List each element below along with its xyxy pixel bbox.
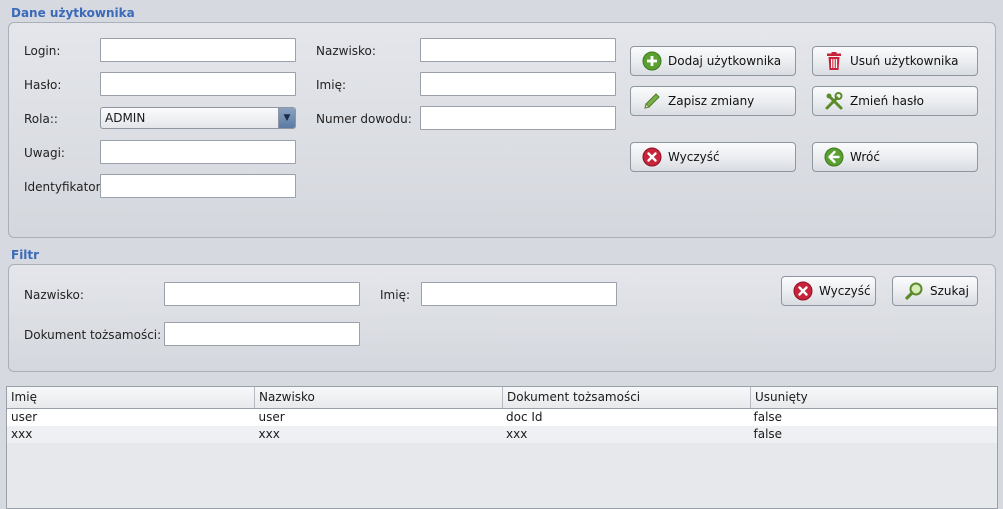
add-user-button[interactable]: Dodaj użytkownika — [630, 46, 796, 76]
filter-clear-label: Wyczyść — [819, 284, 871, 298]
table-row[interactable]: user user doc Id false — [7, 409, 997, 426]
role-label: Rola:: — [24, 112, 58, 126]
trash-icon — [827, 52, 841, 70]
id-number-label: Numer dowodu: — [316, 112, 412, 126]
filter-surname-label: Nazwisko: — [24, 288, 84, 302]
users-table: Imię Nazwisko Dokument tożsamości Usunię… — [6, 386, 998, 509]
magnifier-icon — [905, 282, 923, 300]
surname-label: Nazwisko: — [316, 44, 376, 58]
notes-label: Uwagi: — [24, 146, 65, 160]
notes-field[interactable] — [100, 140, 296, 164]
password-label: Hasło: — [24, 78, 62, 92]
filter-surname-field[interactable] — [164, 282, 360, 306]
filter-clear-button[interactable]: Wyczyść — [781, 276, 876, 306]
login-field[interactable] — [100, 38, 296, 62]
search-label: Szukaj — [930, 284, 969, 298]
password-field[interactable] — [100, 72, 296, 96]
clear-label: Wyczyść — [668, 150, 720, 164]
arrow-left-circle-icon — [824, 147, 844, 167]
table-header: Imię Nazwisko Dokument tożsamości Usunię… — [7, 387, 997, 409]
id-number-field[interactable] — [420, 106, 616, 130]
delete-user-button[interactable]: Usuń użytkownika — [812, 46, 978, 76]
search-button[interactable]: Szukaj — [892, 276, 978, 306]
role-select-value: ADMIN — [105, 111, 146, 125]
table-cell: xxx — [258, 427, 280, 441]
change-password-label: Zmień hasło — [850, 94, 925, 108]
name-label: Imię: — [316, 78, 346, 92]
table-cell: user — [258, 410, 285, 424]
filter-section-title: Filtr — [11, 248, 40, 262]
identifier-label: Identyfikator: — [24, 180, 105, 194]
table-row[interactable]: xxx xxx xxx false — [7, 426, 997, 443]
delete-user-label: Usuń użytkownika — [850, 54, 959, 68]
filter-name-label: Imię: — [380, 288, 410, 302]
column-header-document[interactable]: Dokument tożsamości — [503, 387, 751, 408]
column-header-surname[interactable]: Nazwisko — [255, 387, 503, 408]
table-cell: xxx — [11, 427, 33, 441]
table-cell: false — [753, 410, 783, 424]
filter-document-field[interactable] — [164, 322, 360, 346]
identifier-field[interactable] — [100, 174, 296, 198]
table-cell: user — [11, 410, 38, 424]
column-header-name[interactable]: Imię — [7, 387, 255, 408]
table-cell: doc Id — [506, 410, 543, 424]
role-select[interactable]: ADMIN ▼ — [100, 107, 296, 129]
plus-circle-icon — [642, 51, 662, 71]
back-button[interactable]: Wróć — [812, 142, 978, 172]
chevron-down-icon[interactable]: ▼ — [278, 108, 295, 128]
back-label: Wróć — [850, 150, 880, 164]
name-field[interactable] — [420, 72, 616, 96]
filter-name-field[interactable] — [421, 282, 617, 306]
surname-field[interactable] — [420, 38, 616, 62]
filter-document-label: Dokument tożsamości: — [24, 328, 162, 342]
save-changes-label: Zapisz zmiany — [668, 94, 755, 108]
login-label: Login: — [24, 44, 61, 58]
table-cell: xxx — [506, 427, 528, 441]
x-circle-icon — [793, 281, 813, 301]
add-user-label: Dodaj użytkownika — [668, 54, 782, 68]
user-section-title: Dane użytkownika — [11, 6, 135, 20]
pencil-icon — [644, 93, 660, 109]
change-password-button[interactable]: Zmień hasło — [812, 86, 978, 116]
save-changes-button[interactable]: Zapisz zmiany — [630, 86, 796, 116]
clear-button[interactable]: Wyczyść — [630, 142, 796, 172]
table-cell: false — [753, 427, 783, 441]
tools-icon — [825, 92, 843, 110]
column-header-deleted[interactable]: Usunięty — [751, 387, 997, 408]
x-circle-icon — [642, 147, 662, 167]
